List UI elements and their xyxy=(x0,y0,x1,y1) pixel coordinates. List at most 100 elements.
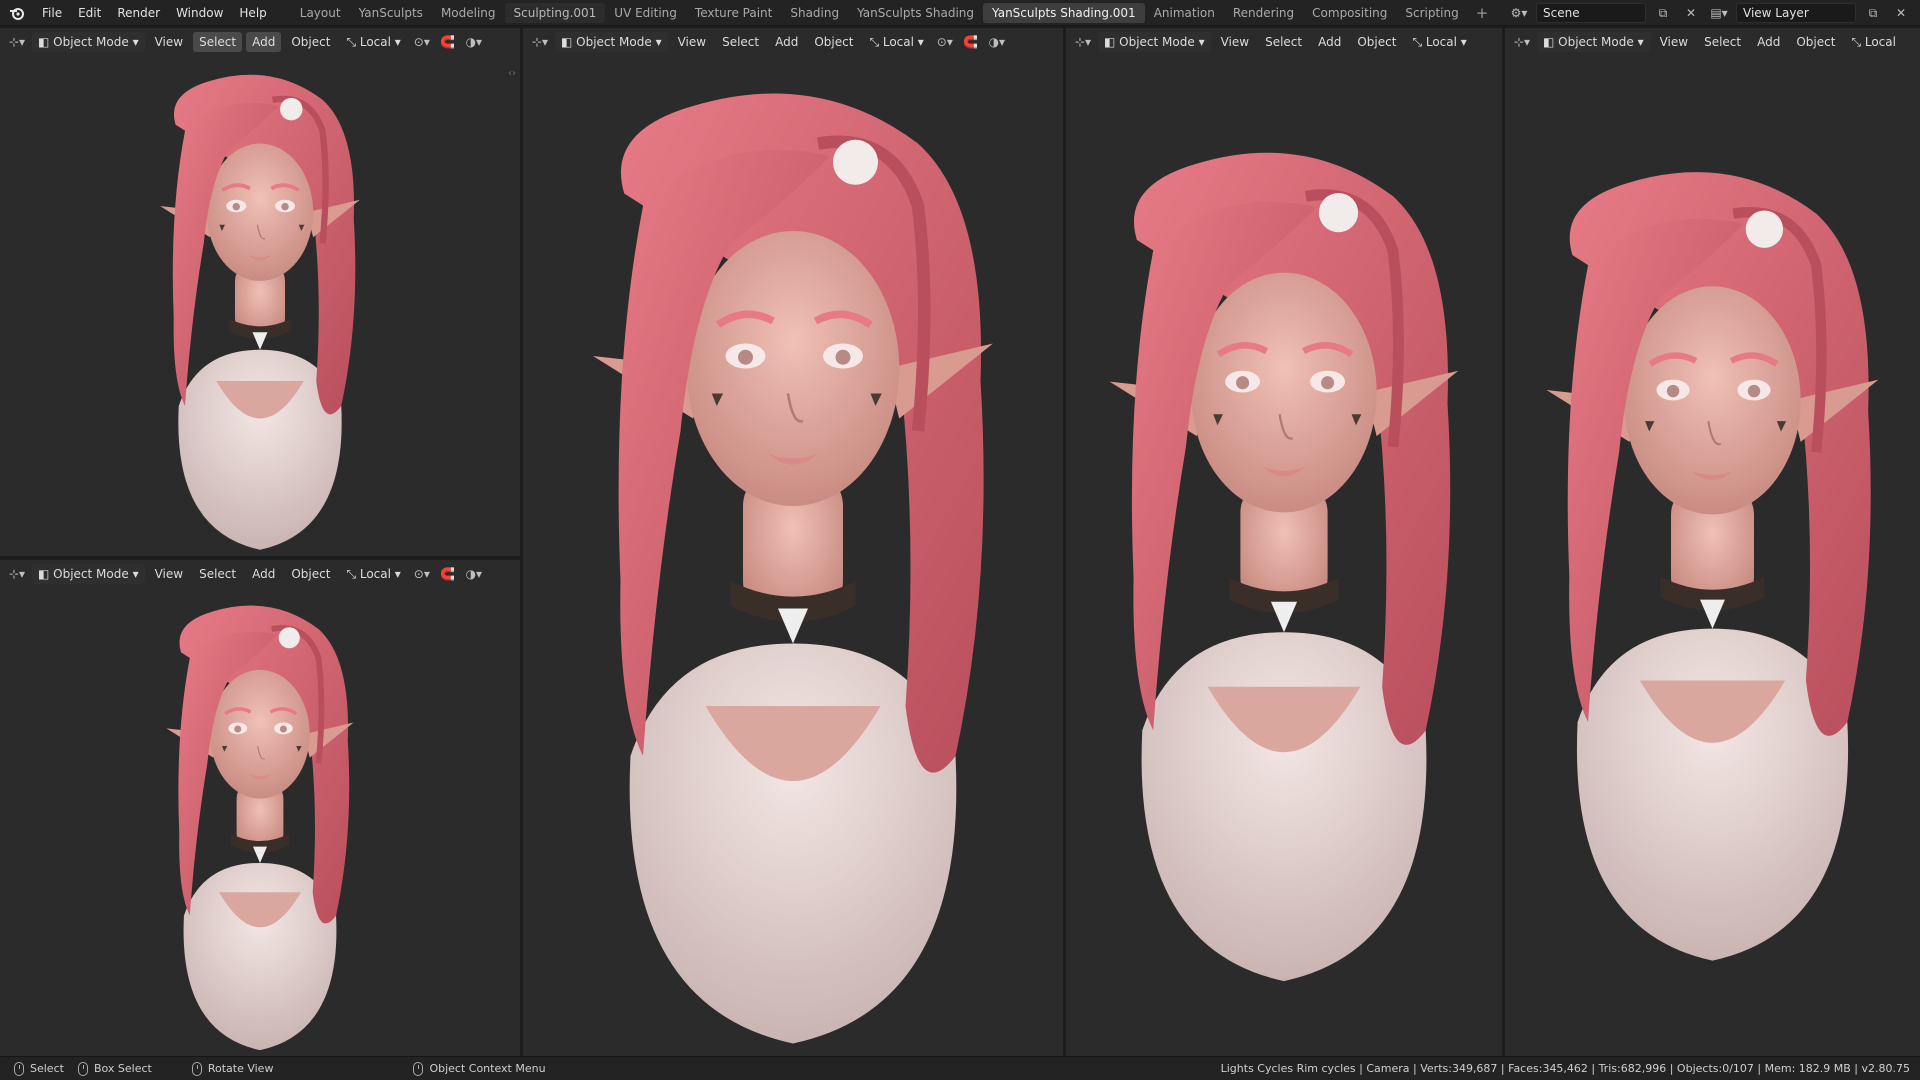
mouse-left-icon xyxy=(14,1061,24,1076)
object-menu[interactable]: Object xyxy=(285,32,336,52)
select-menu[interactable]: Select xyxy=(193,32,243,52)
object-mode-icon: ◧ xyxy=(1543,35,1559,49)
select-menu[interactable]: Select xyxy=(716,32,765,52)
workspace-tabs: Layout YanSculpts Modeling Sculpting.001… xyxy=(291,0,1497,26)
editor-type-icon[interactable]: ⊹▾ xyxy=(1511,32,1533,52)
menu-render[interactable]: Render xyxy=(109,0,168,26)
pivot-icon[interactable]: ⊙▾ xyxy=(411,564,433,584)
tab-compositing[interactable]: Compositing xyxy=(1303,3,1396,23)
add-menu[interactable]: Add xyxy=(246,564,281,584)
editor-type-icon[interactable]: ⊹▾ xyxy=(529,32,551,52)
shading-icon[interactable]: ◑▾ xyxy=(986,32,1008,52)
object-menu[interactable]: Object xyxy=(808,32,859,52)
tab-animation[interactable]: Animation xyxy=(1145,3,1224,23)
select-menu[interactable]: Select xyxy=(1259,32,1308,52)
scene-controls: ⚙▾ Scene ⧉ ✕ ▤▾ View Layer ⧉ ✕ xyxy=(1508,0,1920,26)
object-mode-icon: ◧ xyxy=(38,567,54,581)
editor-type-icon[interactable]: ⊹▾ xyxy=(6,32,28,52)
scene-name-field[interactable]: Scene xyxy=(1536,3,1646,23)
add-menu[interactable]: Add xyxy=(769,32,804,52)
editor-type-icon[interactable]: ⊹▾ xyxy=(1072,32,1094,52)
object-menu[interactable]: Object xyxy=(1351,32,1402,52)
object-menu[interactable]: Object xyxy=(285,564,336,584)
orientation-icon: ⤡ xyxy=(346,34,360,49)
status-bar: Select Box Select Rotate View Object Con… xyxy=(0,1056,1920,1080)
add-menu[interactable]: Add xyxy=(1751,32,1786,52)
mouse-drag-icon xyxy=(77,1061,88,1076)
tab-yansculpts-shading[interactable]: YanSculpts Shading xyxy=(848,3,983,23)
tab-layout[interactable]: Layout xyxy=(291,3,350,23)
region-toggle-icon[interactable]: ‹› xyxy=(508,68,516,79)
new-view-layer-icon[interactable]: ⧉ xyxy=(1862,3,1884,23)
add-workspace-button[interactable]: + xyxy=(1468,4,1497,22)
delete-view-layer-icon[interactable]: ✕ xyxy=(1890,3,1912,23)
sculpt-render xyxy=(1066,56,1502,1056)
pivot-icon[interactable]: ⊙▾ xyxy=(934,32,956,52)
tab-scripting[interactable]: Scripting xyxy=(1396,3,1467,23)
viewport-bottom-left[interactable]: ⊹▾ ◧ Object Mode ▾ View Select Add Objec… xyxy=(0,560,520,1056)
menu-file[interactable]: File xyxy=(34,0,70,26)
pivot-icon[interactable]: ⊙▾ xyxy=(411,32,433,52)
object-menu[interactable]: Object xyxy=(1790,32,1841,52)
snap-icon[interactable]: 🧲 xyxy=(437,32,459,52)
orientation-icon: ⤡ xyxy=(1412,34,1426,49)
transform-orientation-dropdown[interactable]: ⤡ Local ▾ xyxy=(340,564,406,584)
tab-texture-paint[interactable]: Texture Paint xyxy=(686,3,781,23)
tab-modeling[interactable]: Modeling xyxy=(432,3,505,23)
sculpt-render xyxy=(1505,56,1920,1056)
viewport-center-right[interactable]: ⊹▾ ◧ Object Mode ▾ View Select Add Objec… xyxy=(1066,28,1502,1056)
transform-orientation-dropdown[interactable]: ⤡ Local xyxy=(1845,32,1902,52)
blender-window: File Edit Render Window Help Layout YanS… xyxy=(0,0,1920,1080)
view-menu[interactable]: View xyxy=(672,32,712,52)
sculpt-render xyxy=(523,56,1063,1056)
status-context-menu: Object Context Menu xyxy=(413,1061,546,1076)
transform-orientation-dropdown[interactable]: ⤡ Local ▾ xyxy=(1406,32,1472,52)
shading-icon[interactable]: ◑▾ xyxy=(463,564,485,584)
select-menu[interactable]: Select xyxy=(1698,32,1747,52)
mode-dropdown[interactable]: ◧ Object Mode ▾ xyxy=(32,32,145,52)
viewport-center[interactable]: ⊹▾ ◧ Object Mode ▾ View Select Add Objec… xyxy=(523,28,1063,1056)
menu-edit[interactable]: Edit xyxy=(70,0,109,26)
top-menubar: File Edit Render Window Help Layout YanS… xyxy=(0,0,1920,26)
view-menu[interactable]: View xyxy=(149,32,189,52)
add-menu[interactable]: Add xyxy=(246,32,282,52)
view-menu[interactable]: View xyxy=(1654,32,1694,52)
tab-yansculpts-shading-001[interactable]: YanSculpts Shading.001 xyxy=(983,2,1145,23)
viewport-right[interactable]: ⊹▾ ◧ Object Mode ▾ View Select Add Objec… xyxy=(1505,28,1920,1056)
transform-orientation-dropdown[interactable]: ⤡ Local ▾ xyxy=(340,32,406,52)
mode-dropdown[interactable]: ◧ Object Mode ▾ xyxy=(1537,32,1650,52)
mode-dropdown[interactable]: ◧ Object Mode ▾ xyxy=(1098,32,1211,52)
mouse-right-icon xyxy=(413,1061,424,1076)
shading-icon[interactable]: ◑▾ xyxy=(463,32,485,52)
view-menu[interactable]: View xyxy=(1215,32,1255,52)
select-menu[interactable]: Select xyxy=(193,564,242,584)
snap-icon[interactable]: 🧲 xyxy=(960,32,982,52)
menu-help[interactable]: Help xyxy=(231,0,274,26)
mode-dropdown[interactable]: ◧ Object Mode ▾ xyxy=(555,32,668,52)
menu-window[interactable]: Window xyxy=(168,0,231,26)
viewport-header: ⊹▾ ◧ Object Mode ▾ View Select Add Objec… xyxy=(0,28,520,56)
add-menu[interactable]: Add xyxy=(1312,32,1347,52)
view-layer-field[interactable]: View Layer xyxy=(1736,3,1856,23)
tab-sculpting-001[interactable]: Sculpting.001 xyxy=(504,2,606,23)
editor-type-icon[interactable]: ⊹▾ xyxy=(6,564,28,584)
sculpt-render xyxy=(0,588,520,1056)
object-mode-icon: ◧ xyxy=(561,35,577,49)
snap-icon[interactable]: 🧲 xyxy=(437,564,459,584)
delete-scene-icon[interactable]: ✕ xyxy=(1680,3,1702,23)
view-layer-selector-icon[interactable]: ▤▾ xyxy=(1708,3,1730,23)
viewport-header: ⊹▾ ◧ Object Mode ▾ View Select Add Objec… xyxy=(0,560,520,588)
tab-shading[interactable]: Shading xyxy=(781,3,848,23)
tab-rendering[interactable]: Rendering xyxy=(1224,3,1303,23)
status-box-select: Box Select xyxy=(77,1061,152,1076)
sculpt-render xyxy=(0,56,520,556)
tab-yansculpts[interactable]: YanSculpts xyxy=(350,3,432,23)
new-scene-icon[interactable]: ⧉ xyxy=(1652,3,1674,23)
view-menu[interactable]: View xyxy=(149,564,189,584)
mode-dropdown[interactable]: ◧ Object Mode ▾ xyxy=(32,564,145,584)
tab-uv-editing[interactable]: UV Editing xyxy=(605,3,686,23)
blender-logo-icon[interactable] xyxy=(0,0,34,26)
transform-orientation-dropdown[interactable]: ⤡ Local ▾ xyxy=(863,32,929,52)
viewport-top-left[interactable]: ⊹▾ ◧ Object Mode ▾ View Select Add Objec… xyxy=(0,28,520,556)
scene-selector-icon[interactable]: ⚙▾ xyxy=(1508,3,1530,23)
